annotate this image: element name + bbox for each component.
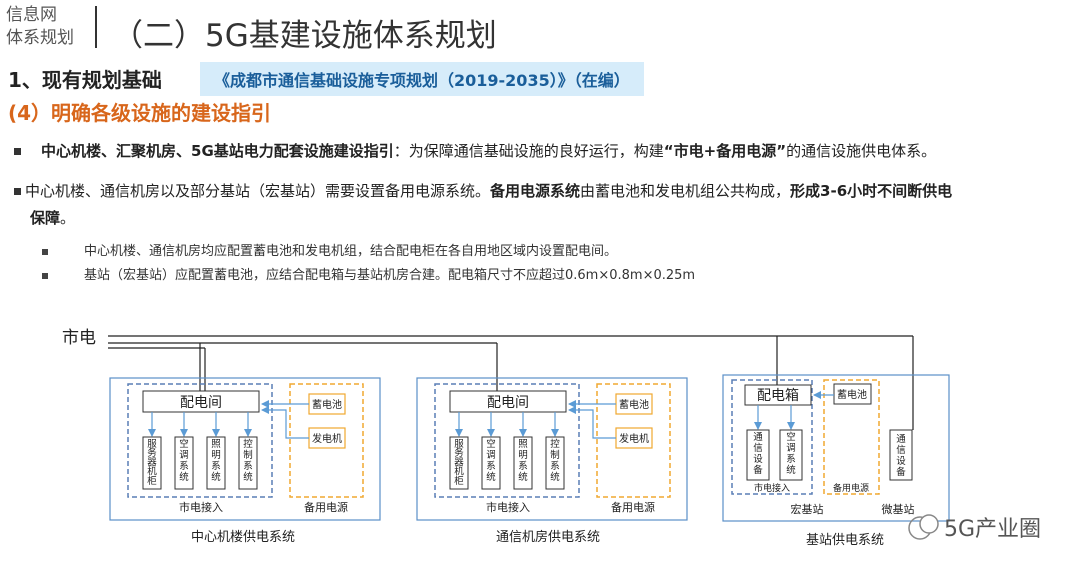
system-caption: 基站供电系统 [806,533,884,548]
battery-label: 蓄电池 [837,388,867,401]
load-label: 空调系统 [179,438,189,483]
distribution-box-label: 配电箱 [757,388,799,404]
load-group: 服务器机柜 空调系统 照明系统 控制系统 [142,412,258,490]
load-label: 服务器机柜 [147,439,157,487]
backup-label: 备用电源 [304,500,348,514]
distribution-room-label: 配电间 [180,395,222,411]
system-caption: 通信机房供电系统 [496,529,600,545]
system-caption: 中心机楼供电系统 [191,530,295,545]
battery-label: 蓄电池 [619,398,649,411]
system-telecom-room: 配电间 蓄电池 发电机 市电接入 备用电源 通信机房供电系统 服务器机柜 空调系统… [416,377,688,545]
mains-access-label: 市电接入 [754,482,790,494]
backup-label: 备用电源 [833,482,869,494]
mains-access-label: 市电接入 [486,500,530,514]
load-label: 服务器机柜 [454,439,464,487]
distribution-room-label: 配电间 [487,395,529,411]
load-label: 空调系统 [486,438,496,483]
battery-label: 蓄电池 [312,398,342,411]
load-group: 通信设备 空调系统 [746,405,803,481]
power-supply-diagram: 市电 配电间 蓄电池 发电机 市电接入 备用电源 中心机楼供电系统 服务器机柜 空… [62,328,1041,548]
load-label: 照明系统 [211,439,221,483]
backup-label: 备用电源 [611,500,655,514]
watermark: 5G产业圈 [908,514,1041,542]
mains-access-label: 市电接入 [179,500,223,514]
generator-label: 发电机 [619,432,649,445]
micro-station-device-label: 通信设备 [896,434,906,478]
load-group: 服务器机柜 空调系统 照明系统 控制系统 [449,412,565,490]
system-central-office: 配电间 蓄电池 发电机 市电接入 备用电源 中心机楼供电系统 服务器机柜 空调系统… [109,377,381,545]
load-label: 控制系统 [550,438,560,483]
mains-label: 市电 [62,328,96,348]
mains-lines [108,335,914,430]
generator-label: 发电机 [312,432,342,445]
load-label: 通信设备 [753,432,763,476]
macro-station-label: 宏基站 [791,502,824,516]
load-label: 控制系统 [243,438,253,483]
system-base-station: 配电箱 蓄电池 市电接入 备用电源 宏基站 微基站 基站供电系统 通信设备 空调系… [722,374,950,548]
micro-device-text: 通信设备 [896,434,906,478]
load-label: 空调系统 [786,431,796,476]
wechat-icon-bubble [919,514,939,534]
watermark-text: 5G产业圈 [944,517,1041,542]
micro-station-label: 微基站 [882,502,915,516]
load-label: 照明系统 [518,439,528,483]
